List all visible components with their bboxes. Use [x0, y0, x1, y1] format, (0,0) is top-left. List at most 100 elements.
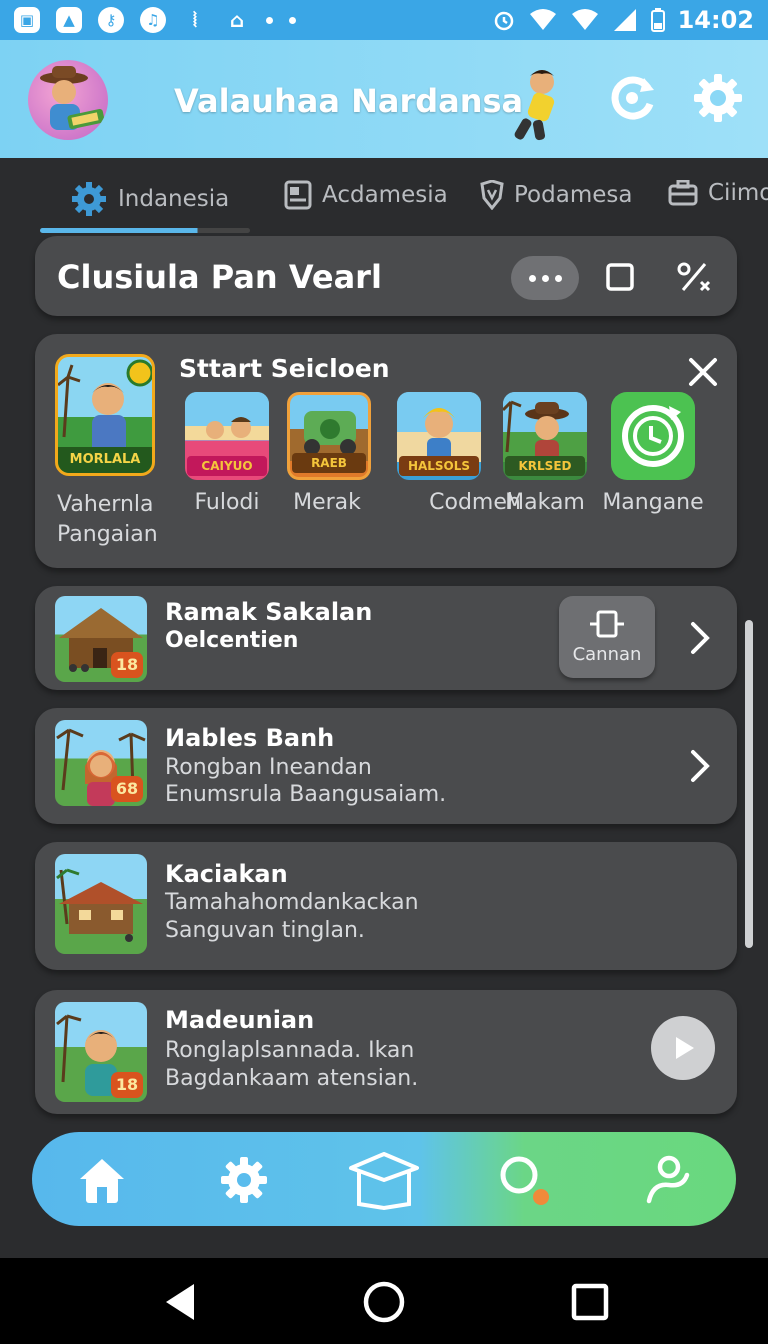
wooden-house-icon	[56, 868, 143, 942]
chevron-right-icon[interactable]	[687, 620, 713, 656]
lesson-subtitle: Tamahahomdankackan	[165, 890, 419, 915]
tab-label: Ciimo	[708, 180, 768, 206]
scrollbar[interactable]	[745, 620, 753, 948]
battery-icon	[650, 8, 665, 32]
nav-learn[interactable]	[348, 1150, 420, 1210]
lesson-thumbnail: 18	[55, 596, 147, 682]
app-label: Merak	[293, 490, 361, 515]
lesson-subtitle: Oelcentien	[165, 628, 299, 653]
lesson-thumbnail	[55, 854, 147, 954]
avatar[interactable]	[28, 60, 108, 140]
settings-button[interactable]	[690, 70, 746, 126]
nav-search[interactable]	[494, 1150, 554, 1210]
app-label: Mangane	[602, 490, 704, 515]
farmer-avatar-icon	[40, 66, 105, 130]
shield-icon	[480, 180, 504, 210]
tab-label: Acdamesia	[322, 182, 448, 208]
gear-icon	[694, 74, 742, 122]
farmer-character-icon	[58, 357, 152, 457]
list-item[interactable]: 68 Иables Banh Rongban Ineandan Enumsrul…	[35, 708, 737, 824]
lesson-thumbnail: 18	[55, 1002, 147, 1102]
more-options-button[interactable]	[511, 256, 579, 300]
play-button[interactable]	[651, 1016, 715, 1080]
dot-icon	[541, 274, 549, 282]
key-icon: ⚷	[98, 7, 124, 33]
search-icon	[500, 1156, 549, 1205]
app-tile-merak[interactable]: RAEB	[287, 392, 371, 480]
play-icon	[676, 1037, 694, 1059]
status-bar: ▣ ▲ ⚷ ♫ ⦚ ⌂ 14:02	[0, 0, 768, 40]
tab-label: Podamesa	[514, 182, 633, 208]
square-view-icon[interactable]	[605, 262, 635, 292]
lesson-subtitle-2: Sanguvan tinglan.	[165, 918, 365, 943]
signal-app-icon: ♫	[140, 7, 166, 33]
quick-start-title: Sttart Seicloen	[179, 354, 390, 383]
home-app-icon: ⌂	[229, 8, 245, 32]
chevron-right-icon[interactable]	[687, 748, 713, 784]
profile-icon	[646, 1155, 690, 1204]
tab-podamesa[interactable]: Podamesa	[480, 180, 632, 210]
percent-icon[interactable]	[675, 260, 713, 294]
home-circle-icon	[363, 1281, 405, 1323]
nav-settings[interactable]	[214, 1150, 274, 1210]
clock: 14:02	[677, 6, 754, 34]
notification-dot-icon	[289, 16, 296, 24]
recents-square-icon	[571, 1283, 609, 1321]
wifi-icon	[529, 9, 556, 30]
tab-acdamesia[interactable]: Acdamesia	[284, 180, 448, 210]
lesson-number-badge: 18	[111, 652, 143, 678]
photo-icon: ▲	[56, 7, 82, 33]
cannan-button[interactable]: Cannan	[559, 596, 655, 678]
app-title: Valauhaa Nardansa	[174, 82, 524, 120]
lesson-subtitle: Ronglaplsannada. Ikan	[165, 1038, 415, 1063]
lesson-number-badge: 18	[111, 1072, 143, 1098]
tab-indanesia[interactable]: Indanesia	[70, 180, 229, 218]
recents-button[interactable]	[566, 1278, 614, 1326]
refresh-button[interactable]	[604, 70, 660, 126]
boy-hat-icon	[503, 392, 587, 462]
device-icon	[590, 610, 624, 637]
clock-refresh-icon	[622, 405, 684, 467]
lesson-number-badge: 68	[111, 776, 143, 802]
back-triangle-icon	[166, 1284, 194, 1320]
nav-profile[interactable]	[638, 1150, 698, 1210]
cannan-label: Cannan	[572, 643, 642, 665]
tile-badge: CAIYUO	[187, 456, 267, 476]
lesson-subtitle: Rongban Ineandan	[165, 755, 372, 780]
gallery-icon: ▣	[14, 7, 40, 33]
lesson-title: Иables Banh	[165, 724, 335, 752]
tile-badge: KRLSED	[505, 456, 585, 476]
back-button[interactable]	[156, 1278, 204, 1326]
app-tile-mangane[interactable]	[611, 392, 695, 480]
close-icon[interactable]	[685, 354, 721, 390]
lesson-title: Ramak Sakalan	[165, 598, 373, 626]
app-tile-codmeh[interactable]: HALSOLS	[397, 392, 481, 480]
gear-icon	[221, 1157, 267, 1203]
lesson-thumbnail: 68	[55, 720, 147, 806]
nav-home[interactable]	[72, 1150, 132, 1210]
lesson-title: Kaciakan	[165, 860, 288, 888]
app-label: Makam	[505, 490, 585, 515]
home-button[interactable]	[360, 1278, 408, 1326]
tab-ciimo[interactable]: Ciimo	[668, 180, 768, 206]
tractor-icon	[290, 395, 368, 461]
mascot-icon	[514, 70, 555, 141]
system-navigation-bar	[0, 1258, 768, 1344]
tab-label: Indanesia	[118, 186, 230, 212]
lesson-subtitle-2: Enumsrula Baangusaiam.	[165, 782, 447, 807]
search-card[interactable]: Clusiula Pan Vearl	[35, 236, 737, 316]
alarm-icon	[494, 11, 513, 31]
list-item[interactable]: 18 Ramak Sakalan Oelcentien Cannan	[35, 586, 737, 690]
bottom-navigation	[32, 1132, 736, 1226]
app-tile-makam[interactable]: KRLSED	[503, 392, 587, 480]
featured-app-tile[interactable]: MORLALA	[55, 354, 155, 476]
tile-badge: RAEB	[292, 453, 366, 473]
list-item[interactable]: Kaciakan Tamahahomdankackan Sanguvan tin…	[35, 842, 737, 970]
list-item[interactable]: 18 Madeunian Ronglaplsannada. Ikan Bagda…	[35, 990, 737, 1114]
featured-badge: MORLALA	[58, 447, 152, 473]
search-card-title: Clusiula Pan Vearl	[57, 258, 382, 296]
book-icon	[284, 180, 312, 210]
active-tab-indicator	[40, 228, 250, 233]
graduation-cap-icon	[349, 1152, 419, 1210]
app-tile-fulodi[interactable]: CAIYUO	[185, 392, 269, 480]
